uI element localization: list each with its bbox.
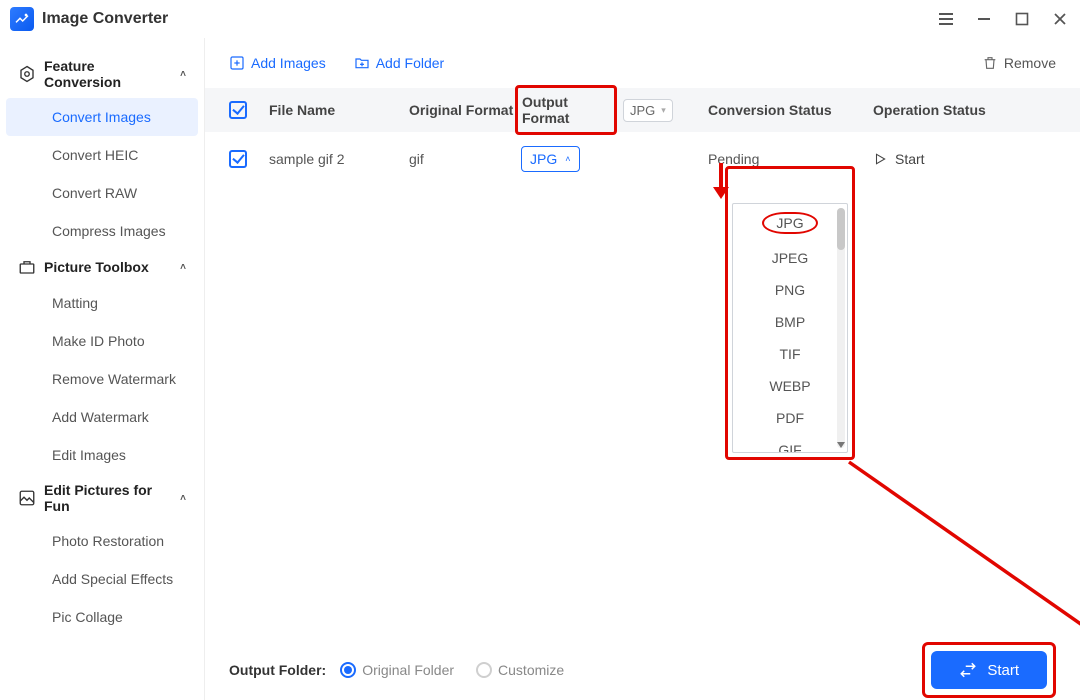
radio-original-folder-label: Original Folder: [362, 662, 454, 678]
dropdown-option-jpg[interactable]: JPG: [733, 204, 847, 242]
sidebar-item-add-special-effects[interactable]: Add Special Effects: [6, 560, 198, 598]
sidebar-item-edit-images[interactable]: Edit Images: [6, 436, 198, 474]
dropdown-option-pdf[interactable]: PDF: [733, 402, 847, 434]
sidebar-item-pic-collage[interactable]: Pic Collage: [6, 598, 198, 636]
chevron-up-icon: ˄: [180, 69, 186, 80]
row-start-button[interactable]: Start: [873, 151, 1056, 167]
sidebar-item-add-watermark[interactable]: Add Watermark: [6, 398, 198, 436]
table-header: File Name Original Format Output Format …: [205, 88, 1080, 132]
maximize-icon[interactable]: [1012, 9, 1032, 29]
sidebar-item-compress-images[interactable]: Compress Images: [6, 212, 198, 250]
cell-original-format: gif: [409, 151, 521, 167]
sidebar-item-convert-heic[interactable]: Convert HEIC: [6, 136, 198, 174]
close-icon[interactable]: [1050, 9, 1070, 29]
dropdown-option-tif[interactable]: TIF: [733, 338, 847, 370]
sidebar-item-convert-raw[interactable]: Convert RAW: [6, 174, 198, 212]
col-operation-status: Operation Status: [873, 102, 1056, 118]
radio-customize-label: Customize: [498, 662, 564, 678]
app-logo-icon: [10, 7, 34, 31]
sidebar-item-matting[interactable]: Matting: [6, 284, 198, 322]
header-output-format-select[interactable]: JPG ▾: [623, 99, 673, 122]
select-all-checkbox[interactable]: [229, 101, 247, 119]
annotation-box-dropdown: JPG JPEG PNG BMP TIF WEBP PDF GIF: [725, 166, 855, 460]
add-images-button[interactable]: Add Images: [229, 55, 326, 71]
col-file-name: File Name: [269, 102, 409, 118]
radio-customize[interactable]: [476, 662, 492, 678]
cell-file-name: sample gif 2: [269, 151, 409, 167]
sidebar-group-label: Feature Conversion: [44, 58, 172, 90]
title-bar: Image Converter: [0, 0, 1080, 38]
sidebar-item-convert-images[interactable]: Convert Images: [6, 98, 198, 136]
row-checkbox[interactable]: [229, 150, 247, 168]
col-original-format: Original Format: [409, 102, 521, 118]
add-folder-button[interactable]: Add Folder: [354, 55, 444, 71]
sidebar-group-edit-pictures-fun[interactable]: Edit Pictures for Fun ˄: [0, 474, 204, 522]
sidebar: Feature Conversion ˄ Convert Images Conv…: [0, 38, 205, 700]
sidebar-group-feature-conversion[interactable]: Feature Conversion ˄: [0, 50, 204, 98]
sidebar-group-label: Edit Pictures for Fun: [44, 482, 172, 514]
main-panel: Add Images Add Folder Remove File Name O…: [205, 38, 1080, 700]
minimize-icon[interactable]: [974, 9, 994, 29]
table-row: sample gif 2 gif JPG ˄ Pending Start: [205, 132, 1080, 186]
chevron-up-icon: ˄: [565, 154, 570, 164]
dropdown-option-png[interactable]: PNG: [733, 274, 847, 306]
remove-button[interactable]: Remove: [982, 55, 1056, 71]
annotation-arrow-icon: [710, 161, 732, 199]
dropdown-option-bmp[interactable]: BMP: [733, 306, 847, 338]
output-format-dropdown[interactable]: JPG JPEG PNG BMP TIF WEBP PDF GIF: [732, 203, 848, 453]
sidebar-group-label: Picture Toolbox: [44, 259, 149, 275]
menu-icon[interactable]: [936, 9, 956, 29]
row-output-format-select[interactable]: JPG ˄: [521, 146, 580, 172]
sidebar-item-photo-restoration[interactable]: Photo Restoration: [6, 522, 198, 560]
col-output-format: Output Format: [515, 85, 617, 135]
sidebar-item-remove-watermark[interactable]: Remove Watermark: [6, 360, 198, 398]
radio-original-folder[interactable]: [340, 662, 356, 678]
start-button[interactable]: Start: [931, 651, 1047, 689]
dropdown-scrollbar[interactable]: [837, 208, 845, 448]
dropdown-option-jpeg[interactable]: JPEG: [733, 242, 847, 274]
annotation-box-start: Start: [922, 642, 1056, 698]
chevron-down-icon: ▾: [661, 105, 666, 116]
sidebar-group-picture-toolbox[interactable]: Picture Toolbox ˄: [0, 250, 204, 284]
chevron-up-icon: ˄: [180, 493, 186, 504]
cell-conversion-status: Pending: [708, 151, 873, 167]
output-folder-label: Output Folder:: [229, 662, 326, 678]
col-conversion-status: Conversion Status: [708, 102, 873, 118]
app-title: Image Converter: [42, 10, 168, 28]
chevron-up-icon: ˄: [180, 262, 186, 273]
dropdown-option-gif[interactable]: GIF: [733, 434, 847, 452]
dropdown-option-webp[interactable]: WEBP: [733, 370, 847, 402]
annotation-arrow-icon: [845, 458, 1080, 668]
sidebar-item-make-id-photo[interactable]: Make ID Photo: [6, 322, 198, 360]
footer-bar: Output Folder: Original Folder Customize…: [205, 640, 1080, 700]
